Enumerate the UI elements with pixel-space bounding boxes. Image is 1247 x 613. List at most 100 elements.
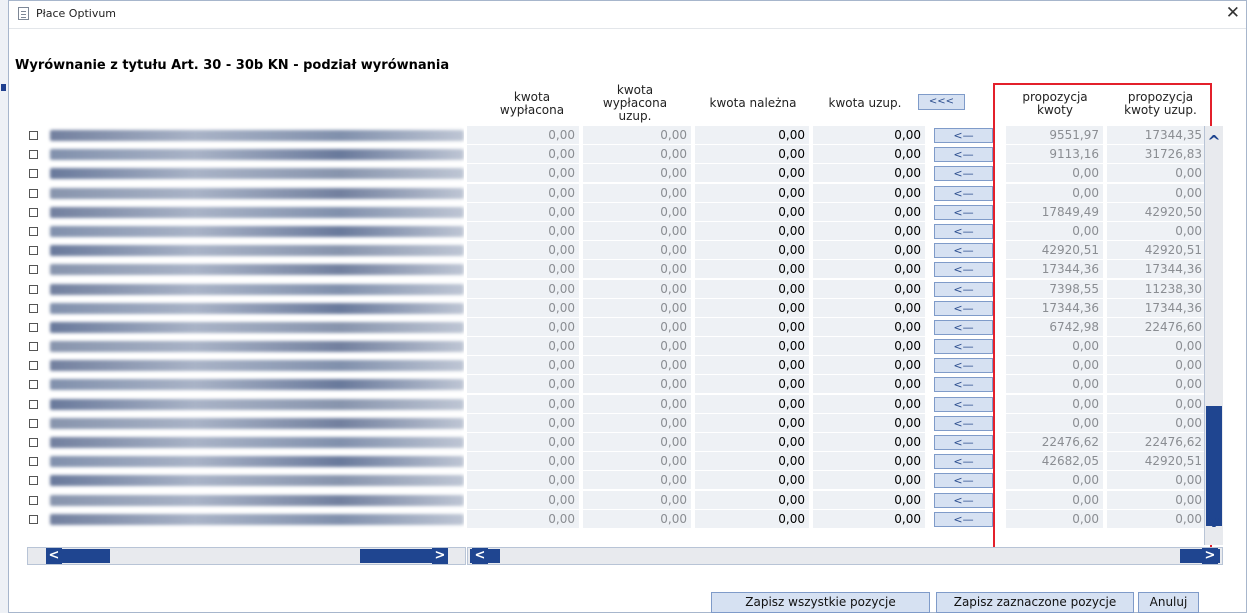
kwota-wyplacona-cell[interactable]: 0,00: [467, 221, 579, 240]
apply-all-button[interactable]: <<<: [918, 94, 965, 110]
kwota-wyplacona-uzup-cell[interactable]: 0,00: [583, 145, 691, 164]
kwota-nalezna-cell[interactable]: 0,00: [695, 183, 809, 202]
apply-proposal-button[interactable]: <—: [934, 319, 993, 335]
kwota-wyplacona-cell[interactable]: 0,00: [467, 279, 579, 298]
kwota-wyplacona-uzup-cell[interactable]: 0,00: [583, 260, 691, 279]
kwota-nalezna-cell[interactable]: 0,00: [695, 241, 809, 260]
kwota-uzup-cell[interactable]: 0,00: [813, 413, 925, 432]
apply-proposal-button[interactable]: <—: [934, 492, 993, 508]
row-checkbox[interactable]: [29, 207, 38, 217]
kwota-wyplacona-uzup-cell[interactable]: 0,00: [583, 337, 691, 356]
kwota-wyplacona-cell[interactable]: 0,00: [467, 433, 579, 451]
row-checkbox[interactable]: [29, 188, 38, 198]
apply-proposal-button[interactable]: <—: [934, 358, 993, 374]
kwota-uzup-cell[interactable]: 0,00: [813, 509, 925, 528]
row-checkbox[interactable]: [29, 476, 38, 486]
row-checkbox[interactable]: [29, 226, 38, 236]
grid-scroll-left-icon[interactable]: <: [472, 548, 488, 564]
kwota-wyplacona-uzup-cell[interactable]: 0,00: [583, 164, 691, 183]
kwota-wyplacona-uzup-cell[interactable]: 0,00: [583, 317, 691, 336]
kwota-uzup-cell[interactable]: 0,00: [813, 260, 925, 279]
close-icon[interactable]: ✕: [1226, 3, 1240, 23]
kwota-nalezna-cell[interactable]: 0,00: [695, 317, 809, 336]
kwota-nalezna-cell[interactable]: 0,00: [695, 298, 809, 317]
kwota-nalezna-cell[interactable]: 0,00: [695, 509, 809, 528]
row-checkbox[interactable]: [29, 342, 38, 352]
kwota-nalezna-cell[interactable]: 0,00: [695, 471, 809, 490]
kwota-nalezna-cell[interactable]: 0,00: [695, 145, 809, 164]
apply-proposal-button[interactable]: <—: [934, 377, 993, 393]
apply-proposal-button[interactable]: <—: [934, 435, 993, 450]
kwota-nalezna-cell[interactable]: 0,00: [695, 279, 809, 298]
kwota-wyplacona-uzup-cell[interactable]: 0,00: [583, 490, 691, 509]
row-checkbox[interactable]: [29, 150, 38, 160]
kwota-nalezna-cell[interactable]: 0,00: [695, 221, 809, 240]
kwota-wyplacona-cell[interactable]: 0,00: [467, 452, 579, 471]
row-checkbox[interactable]: [29, 380, 38, 390]
kwota-wyplacona-cell[interactable]: 0,00: [467, 164, 579, 183]
apply-proposal-button[interactable]: <—: [934, 262, 993, 278]
save-all-button[interactable]: Zapisz wszystkie pozycje: [711, 592, 930, 613]
kwota-uzup-cell[interactable]: 0,00: [813, 452, 925, 471]
kwota-uzup-cell[interactable]: 0,00: [813, 394, 925, 413]
kwota-uzup-cell[interactable]: 0,00: [813, 183, 925, 202]
vertical-scrollbar[interactable]: ^ v: [1204, 126, 1223, 545]
kwota-wyplacona-cell[interactable]: 0,00: [467, 375, 579, 394]
row-checkbox[interactable]: [29, 265, 38, 275]
kwota-nalezna-cell[interactable]: 0,00: [695, 413, 809, 432]
row-checkbox[interactable]: [29, 495, 38, 505]
kwota-nalezna-cell[interactable]: 0,00: [695, 356, 809, 375]
apply-proposal-button[interactable]: <—: [934, 243, 993, 259]
apply-proposal-button[interactable]: <—: [934, 204, 993, 220]
kwota-wyplacona-uzup-cell[interactable]: 0,00: [583, 298, 691, 317]
scroll-left-icon[interactable]: <: [46, 548, 62, 564]
kwota-wyplacona-cell[interactable]: 0,00: [467, 413, 579, 432]
kwota-wyplacona-uzup-cell[interactable]: 0,00: [583, 394, 691, 413]
apply-proposal-button[interactable]: <—: [934, 339, 993, 355]
kwota-wyplacona-cell[interactable]: 0,00: [467, 394, 579, 413]
apply-proposal-button[interactable]: <—: [934, 473, 993, 489]
save-selected-button[interactable]: Zapisz zaznaczone pozycje: [936, 592, 1134, 613]
apply-proposal-button[interactable]: <—: [934, 166, 993, 182]
kwota-nalezna-cell[interactable]: 0,00: [695, 433, 809, 451]
kwota-wyplacona-cell[interactable]: 0,00: [467, 126, 579, 144]
kwota-wyplacona-uzup-cell[interactable]: 0,00: [583, 126, 691, 144]
cancel-button[interactable]: Anuluj: [1138, 592, 1199, 613]
kwota-wyplacona-cell[interactable]: 0,00: [467, 356, 579, 375]
kwota-nalezna-cell[interactable]: 0,00: [695, 375, 809, 394]
left-horizontal-scrollbar[interactable]: < >: [27, 547, 466, 565]
apply-proposal-button[interactable]: <—: [934, 454, 993, 470]
kwota-uzup-cell[interactable]: 0,00: [813, 298, 925, 317]
kwota-nalezna-cell[interactable]: 0,00: [695, 202, 809, 221]
kwota-uzup-cell[interactable]: 0,00: [813, 126, 925, 144]
scroll-down-icon[interactable]: v: [1206, 514, 1222, 530]
kwota-wyplacona-cell[interactable]: 0,00: [467, 202, 579, 221]
kwota-wyplacona-cell[interactable]: 0,00: [467, 490, 579, 509]
kwota-uzup-cell[interactable]: 0,00: [813, 164, 925, 183]
kwota-wyplacona-cell[interactable]: 0,00: [467, 145, 579, 164]
row-checkbox[interactable]: [29, 361, 38, 371]
kwota-uzup-cell[interactable]: 0,00: [813, 241, 925, 260]
kwota-uzup-cell[interactable]: 0,00: [813, 279, 925, 298]
row-checkbox[interactable]: [29, 457, 38, 467]
kwota-wyplacona-cell[interactable]: 0,00: [467, 471, 579, 490]
row-checkbox[interactable]: [29, 131, 38, 140]
kwota-nalezna-cell[interactable]: 0,00: [695, 394, 809, 413]
kwota-wyplacona-cell[interactable]: 0,00: [467, 509, 579, 528]
apply-proposal-button[interactable]: <—: [934, 185, 993, 201]
kwota-wyplacona-uzup-cell[interactable]: 0,00: [583, 413, 691, 432]
kwota-nalezna-cell[interactable]: 0,00: [695, 452, 809, 471]
kwota-wyplacona-uzup-cell[interactable]: 0,00: [583, 356, 691, 375]
scroll-right-icon[interactable]: >: [432, 548, 448, 564]
kwota-wyplacona-uzup-cell[interactable]: 0,00: [583, 509, 691, 528]
kwota-uzup-cell[interactable]: 0,00: [813, 471, 925, 490]
grid-scroll-right-icon[interactable]: >: [1202, 548, 1218, 564]
kwota-wyplacona-cell[interactable]: 0,00: [467, 260, 579, 279]
apply-proposal-button[interactable]: <—: [934, 223, 993, 239]
row-checkbox[interactable]: [29, 418, 38, 428]
vertical-scroll-thumb[interactable]: [1206, 406, 1222, 526]
kwota-nalezna-cell[interactable]: 0,00: [695, 164, 809, 183]
apply-proposal-button[interactable]: <—: [934, 415, 993, 431]
row-checkbox[interactable]: [29, 169, 38, 179]
kwota-wyplacona-uzup-cell[interactable]: 0,00: [583, 375, 691, 394]
